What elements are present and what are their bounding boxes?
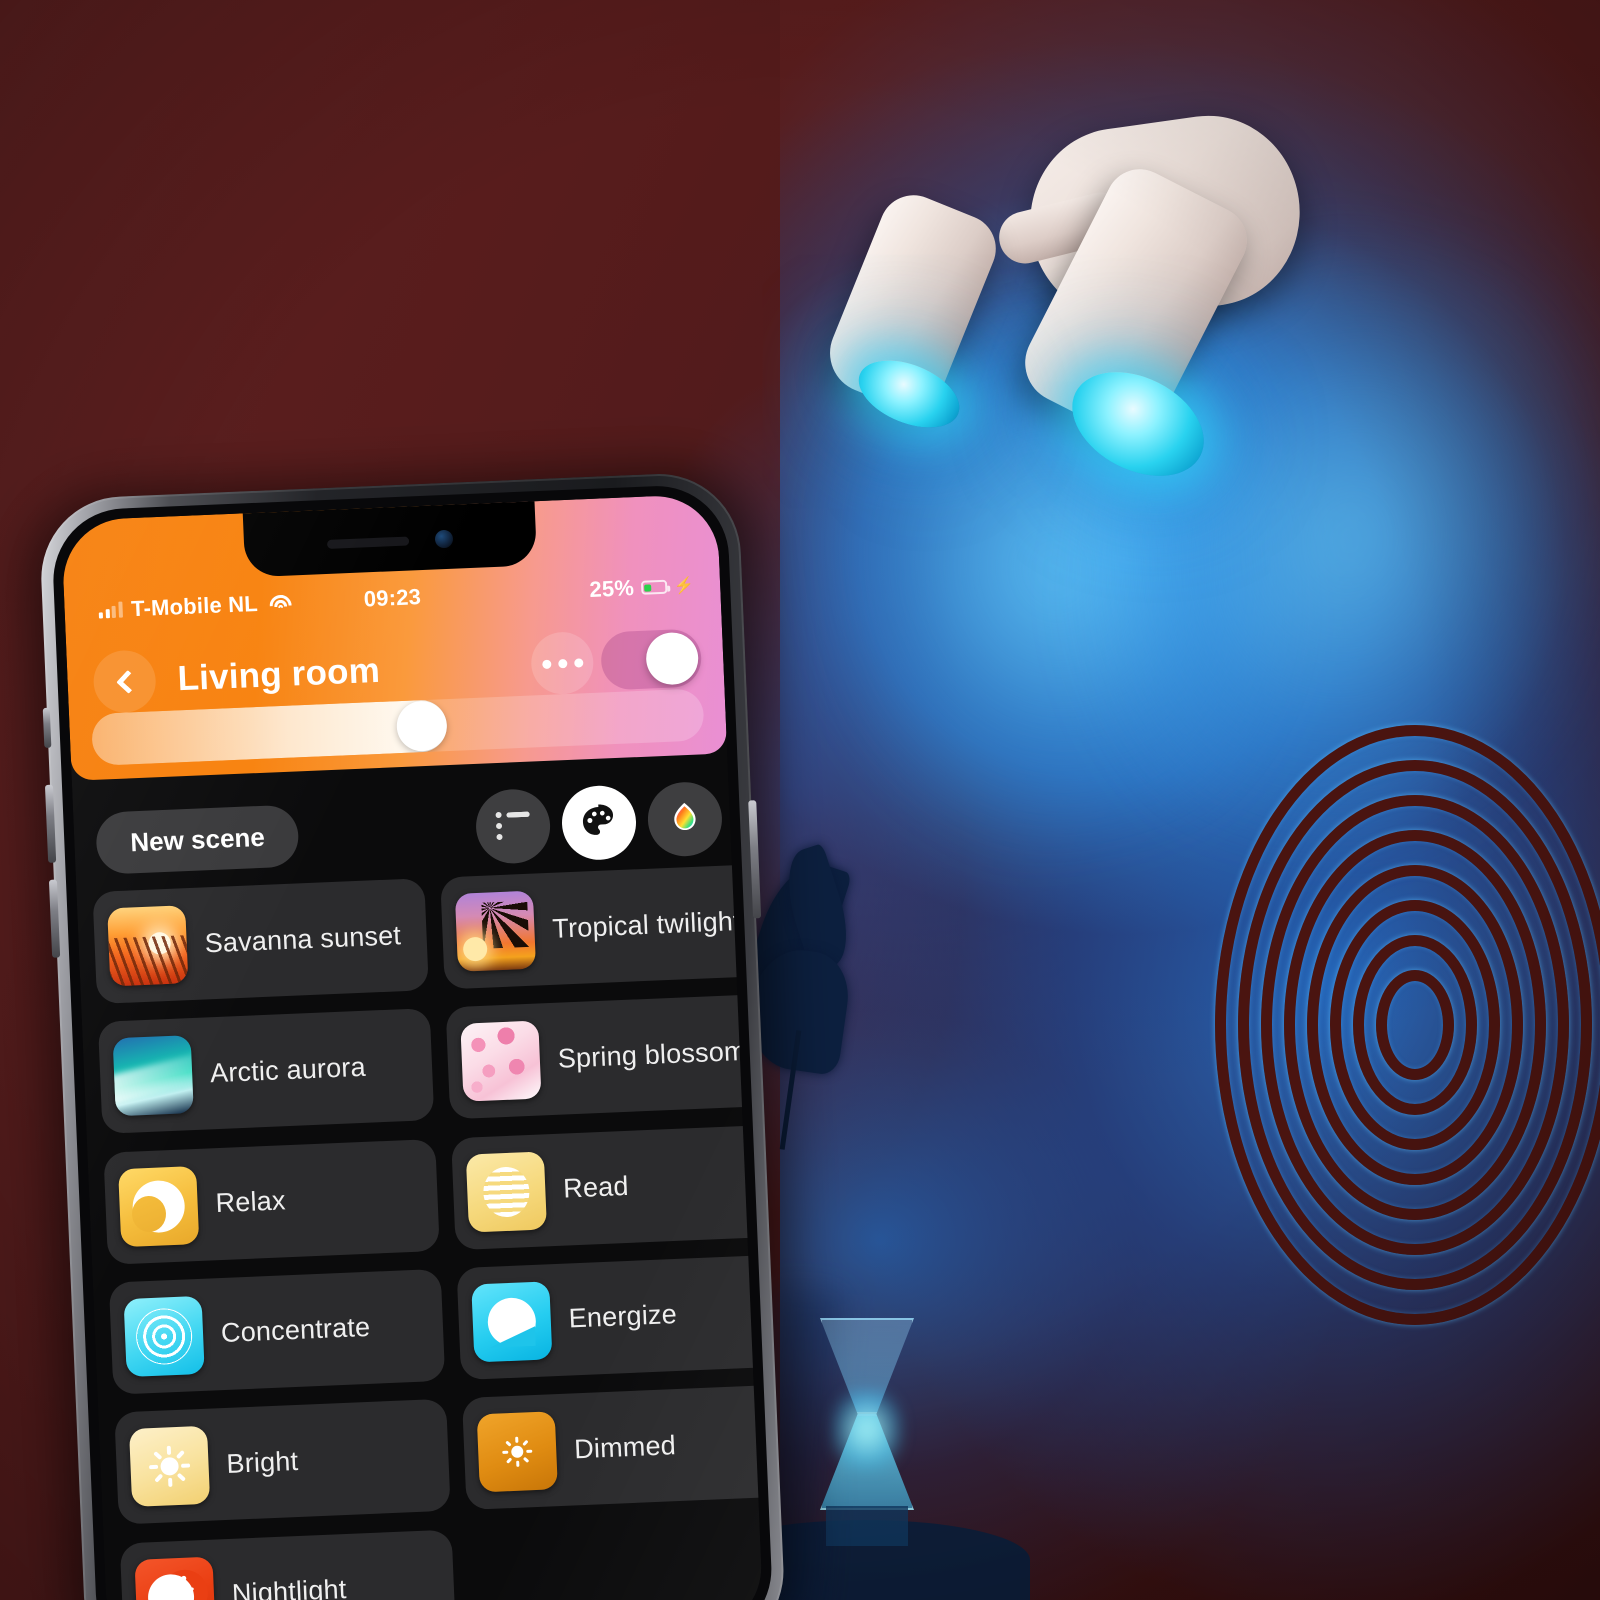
- sun-ray: [505, 1440, 512, 1448]
- sun-ray: [502, 1450, 509, 1455]
- hourglass-base: [826, 1506, 908, 1546]
- sun-ray: [181, 1463, 191, 1469]
- chevron-left-icon: [115, 669, 140, 694]
- phone-screen: T-Mobile NL 09:23 25% ⚡ Living room New …: [60, 493, 764, 1600]
- sun-ray: [153, 1451, 163, 1461]
- tropical-twilight-thumbnail: [454, 890, 537, 972]
- scene-label: Concentrate: [220, 1312, 371, 1349]
- hue-spotlight-fixture: [817, 104, 1350, 497]
- scene-label: Bright: [225, 1445, 299, 1479]
- sun-ray: [522, 1457, 530, 1464]
- scene-card[interactable]: Relax: [103, 1138, 440, 1265]
- scene-card[interactable]: Arctic aurora: [97, 1008, 435, 1135]
- sun-ray: [149, 1465, 159, 1470]
- color-picker-button[interactable]: [646, 780, 724, 858]
- scene-card[interactable]: Nightlight: [119, 1529, 457, 1600]
- sun-ray: [166, 1446, 172, 1456]
- sun-core: [511, 1445, 524, 1459]
- scene-card[interactable]: Read: [451, 1124, 764, 1250]
- sun-ray: [506, 1457, 513, 1465]
- scenes-palette-button[interactable]: [560, 784, 638, 862]
- star-dot: [177, 1593, 182, 1597]
- ellipsis-icon: [541, 659, 551, 669]
- color-droplet-icon: [674, 802, 696, 831]
- energize-bolt-icon: [471, 1281, 553, 1363]
- sun-ray: [515, 1437, 519, 1444]
- scene-label: Read: [562, 1171, 630, 1204]
- scene-card[interactable]: Concentrate: [108, 1268, 446, 1395]
- scene-label: Savanna sunset: [204, 919, 402, 958]
- more-options-button[interactable]: [530, 630, 595, 696]
- scene-card[interactable]: Bright: [114, 1399, 451, 1525]
- view-mode-buttons: [474, 780, 724, 865]
- page-title: Living room: [176, 650, 381, 699]
- bolt-icon: ⚡: [673, 577, 695, 596]
- scene-label: Arctic aurora: [209, 1051, 367, 1089]
- status-bar: T-Mobile NL 09:23 25% ⚡: [64, 568, 721, 629]
- sun-ray: [175, 1450, 185, 1460]
- sun-ray: [522, 1440, 529, 1447]
- scene-label: Relax: [214, 1185, 287, 1219]
- crescent-moon-stars-icon: [134, 1556, 216, 1600]
- read-lines-icon: [465, 1151, 547, 1233]
- scene-card[interactable]: Spring blossom: [445, 993, 764, 1120]
- battery-icon: [640, 579, 668, 595]
- savanna-sunset-thumbnail: [107, 905, 189, 987]
- star-dot: [189, 1587, 194, 1591]
- spiral-wall-decor: [1215, 715, 1600, 1335]
- room-power-toggle[interactable]: [600, 628, 703, 691]
- scene-label: Energize: [568, 1299, 678, 1334]
- back-button[interactable]: [92, 649, 157, 714]
- smartphone-device: T-Mobile NL 09:23 25% ⚡ Living room New …: [25, 465, 806, 1600]
- spring-blossom-thumbnail: [460, 1020, 542, 1103]
- small-sun-icon: [476, 1411, 558, 1493]
- hourglass-light-glow: [832, 1390, 902, 1470]
- ellipsis-icon: [557, 658, 567, 668]
- sun-ray: [176, 1472, 187, 1482]
- scene-label: Dimmed: [573, 1429, 677, 1465]
- concentrate-rings-icon: [123, 1295, 205, 1378]
- new-scene-button[interactable]: New scene: [95, 804, 300, 875]
- ellipsis-icon: [573, 657, 583, 668]
- scene-card[interactable]: Energize: [456, 1254, 764, 1381]
- star-dot: [181, 1575, 187, 1581]
- scene-card[interactable]: Savanna sunset: [92, 878, 429, 1004]
- scenes-grid: Savanna sunset Tropical twilight Arctic au…: [92, 863, 764, 1600]
- list-view-button[interactable]: [474, 787, 552, 865]
- relax-moon-icon: [118, 1165, 200, 1247]
- phone-notch: [242, 501, 538, 578]
- sun-ray: [154, 1473, 164, 1484]
- arctic-aurora-thumbnail: [112, 1035, 194, 1117]
- scene-label: Nightlight: [231, 1574, 348, 1600]
- sun-ray: [168, 1478, 173, 1488]
- earpiece-speaker-icon: [326, 536, 410, 549]
- battery-percent-label: 25%: [588, 575, 635, 602]
- spiral-ring: [1376, 970, 1454, 1080]
- sun-ray: [516, 1461, 520, 1468]
- scene-label: Tropical twilight: [551, 905, 742, 944]
- toggle-knob: [645, 631, 700, 686]
- sun-core: [160, 1457, 179, 1477]
- sun-ray: [526, 1449, 533, 1454]
- glass-hourglass: [745, 1287, 922, 1600]
- scene-label: Spring blossom: [557, 1035, 748, 1074]
- sun-icon: [128, 1426, 211, 1508]
- front-camera-icon: [434, 529, 454, 549]
- list-icon: [495, 811, 531, 841]
- scene-card[interactable]: Tropical twilight: [440, 863, 764, 990]
- palette-icon: [582, 804, 614, 835]
- scene-card[interactable]: Dimmed: [461, 1384, 764, 1511]
- status-bar-right: 25% ⚡: [589, 573, 695, 603]
- phone-bezel: T-Mobile NL 09:23 25% ⚡ Living room New …: [50, 483, 775, 1600]
